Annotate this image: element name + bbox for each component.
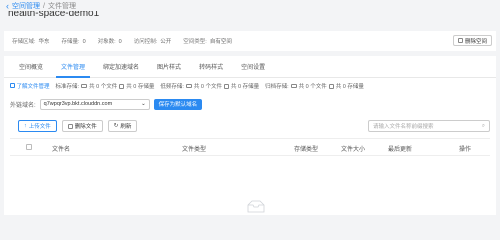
breadcrumb-root-link[interactable]: 空间管理 (12, 1, 40, 11)
breadcrumb: ‹ 空间管理 / 文件管理 (6, 1, 76, 11)
empty-table-area (4, 196, 496, 215)
chevron-down-icon: ⌄ (141, 101, 146, 107)
file-toolbar: ↑ 上传文件 删除文件 ↻ 刷新 请输入文件名称前缀搜索 ⌕ (4, 114, 496, 138)
upload-file-button[interactable]: ↑ 上传文件 (18, 120, 57, 132)
tab-space-settings[interactable]: 空间设置 (232, 56, 274, 77)
trash-icon (457, 38, 463, 43)
domain-select[interactable]: q7wpqr3vp.bkt.clouddn.com ⌄ (39, 98, 150, 110)
tab-file-management[interactable]: 文件管理 (52, 56, 94, 78)
info-storage: 存储量: 0 (61, 39, 86, 45)
delete-file-button[interactable]: 删除文件 (61, 120, 103, 132)
column-file-type: 文件类型 (182, 147, 207, 153)
domain-row: 外链域名: q7wpqr3vp.bkt.clouddn.com ⌄ 保存为默认域… (4, 94, 496, 114)
refresh-button[interactable]: ↻ 刷新 (107, 120, 138, 132)
chevron-left-icon[interactable]: ‹ (6, 1, 9, 11)
learn-file-management-link[interactable]: 了解文件管理 (10, 82, 50, 90)
storage-stats: 了解文件管理 标准存储: 共 0 个文件 共 0 存储量 低频存储: 共 0 个… (4, 78, 496, 94)
info-region: 存储区域: 华东 (12, 39, 50, 45)
tab-overview[interactable]: 空间概览 (10, 56, 52, 77)
column-filename: 文件名 (52, 147, 71, 153)
info-access: 访问控制: 公开 (133, 39, 172, 45)
folder-icon (290, 83, 297, 89)
space-info-card: 存储区域: 华东 存储量: 0 对象数: 0 访问控制: 公开 空间类型: 自有空间 删除… (4, 31, 496, 51)
trash-icon (67, 123, 73, 129)
storage-icon (328, 83, 334, 89)
tab-bind-domain[interactable]: 绑定加速域名 (94, 56, 148, 77)
file-manager-card: 空间概览 文件管理 绑定加速域名 图片样式 转码样式 空间设置 了解文件管理 标… (4, 56, 496, 196)
folder-icon (81, 83, 88, 89)
breadcrumb-separator: / (43, 2, 45, 10)
upload-icon: ↑ (24, 123, 27, 129)
column-storage-type: 存储类型 (294, 147, 319, 153)
domain-label: 外链域名: (10, 102, 36, 109)
breadcrumb-current: 文件管理 (47, 3, 76, 10)
column-last-updated: 最后更新 (388, 147, 413, 153)
page-title: health-space-demo1 (8, 11, 100, 19)
info-objects: 对象数: 0 (97, 39, 122, 45)
set-default-domain-button[interactable]: 保存为默认域名 (153, 98, 203, 110)
folder-icon (185, 83, 192, 89)
delete-space-button[interactable]: 删除空间 (452, 35, 492, 46)
refresh-icon: ↻ (113, 123, 119, 129)
search-icon: ⌕ (481, 122, 485, 129)
column-file-size: 文件大小 (341, 147, 366, 153)
tab-bar: 空间概览 文件管理 绑定加速域名 图片样式 转码样式 空间设置 (4, 56, 496, 78)
storage-icon (223, 83, 229, 89)
empty-box-icon (247, 200, 265, 213)
table-header: 文件名 文件类型 存储类型 文件大小 最后更新 操作 (10, 138, 490, 156)
storage-icon (119, 83, 125, 89)
tab-transcode-style[interactable]: 转码样式 (190, 56, 232, 77)
column-actions: 操作 (459, 147, 472, 153)
stat-standard: 标准存储: 共 0 个文件 共 0 存储量 (55, 83, 155, 90)
select-all-checkbox[interactable] (26, 144, 32, 150)
document-icon (10, 83, 15, 88)
tab-image-style[interactable]: 图片样式 (148, 56, 190, 77)
search-input[interactable]: 请输入文件名称前缀搜索 ⌕ (368, 120, 490, 132)
stat-archive: 归档存储: 共 0 个文件 共 0 存储量 (265, 83, 364, 90)
info-space-type: 空间类型: 自有空间 (183, 39, 232, 45)
stat-low-frequency: 低频存储: 共 0 个文件 共 0 存储量 (160, 83, 260, 90)
